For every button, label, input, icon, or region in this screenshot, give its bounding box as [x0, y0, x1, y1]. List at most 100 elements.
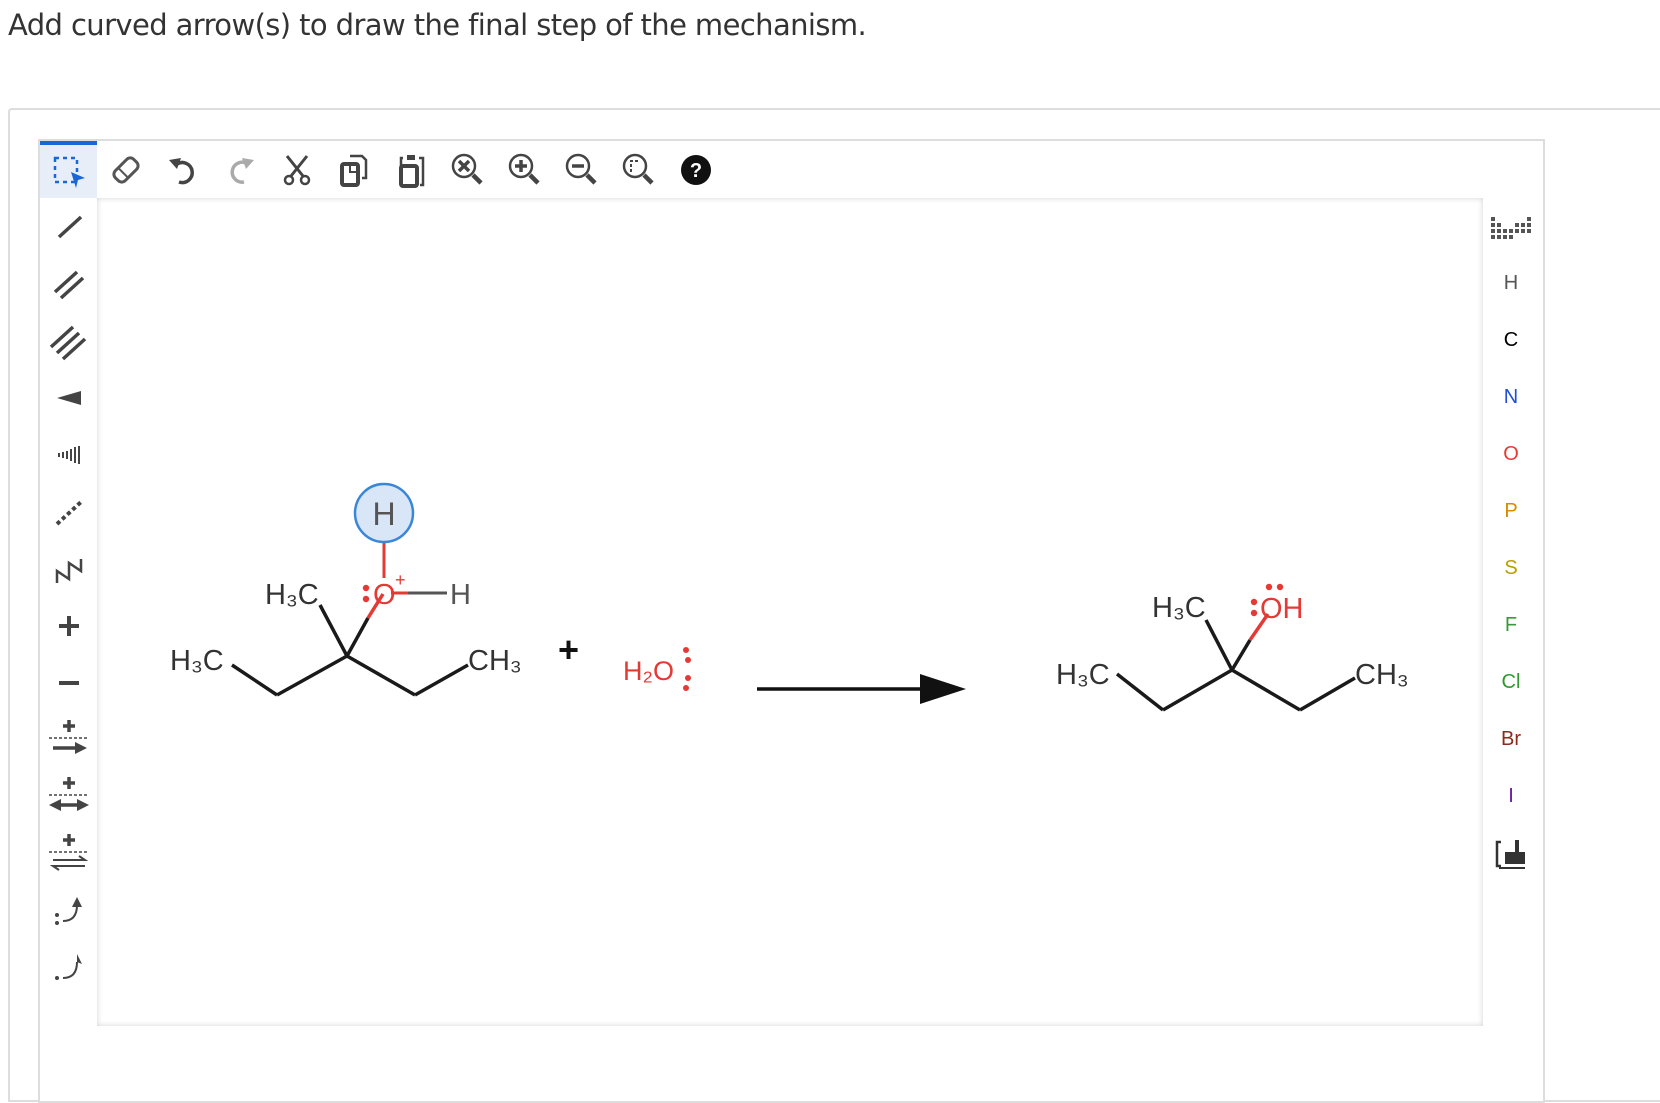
element-symbol: Cl: [1501, 671, 1521, 693]
hash-bond-tool[interactable]: [40, 426, 97, 483]
zoom-fit-tool-button[interactable]: [610, 141, 667, 198]
bond: [1204, 619, 1234, 671]
water-molecule[interactable]: H₂O: [623, 647, 691, 691]
lone-pair-dot: [1250, 598, 1258, 606]
formal-charge: +: [395, 570, 406, 590]
single-bond-tool[interactable]: [40, 198, 97, 255]
element-button-f[interactable]: F: [1483, 597, 1539, 654]
atom-label-methyl-left: H₃C: [1056, 659, 1110, 691]
dashed-bond-tool[interactable]: [40, 483, 97, 540]
lone-pair-dot: [685, 675, 691, 681]
lone-pair-dot: [362, 595, 370, 603]
atom-label-hydrogen: H: [450, 579, 471, 611]
erase-tool-button[interactable]: [97, 141, 154, 198]
paste-icon: [398, 154, 424, 188]
undo-tool-button[interactable]: [154, 141, 211, 198]
drawing-canvas[interactable]: H H₃C H₃C CH₃ O + H + H₂O H₃C H₃C CH₃ OH: [97, 198, 1483, 1026]
element-symbol: Br: [1501, 728, 1521, 750]
copy-tool-button[interactable]: [325, 141, 382, 198]
plus-charge-icon: [58, 615, 79, 636]
wedge-bond-tool[interactable]: [40, 369, 97, 426]
chain-tool[interactable]: [40, 540, 97, 597]
wedge-bond-icon: [56, 390, 81, 405]
water-label: H₂O: [623, 656, 674, 686]
element-button-h[interactable]: H: [1483, 255, 1539, 312]
negative-charge-tool[interactable]: [40, 654, 97, 711]
template-button[interactable]: [1483, 825, 1539, 882]
zoom-reset-icon: [451, 153, 483, 185]
element-button-cl[interactable]: Cl: [1483, 654, 1539, 711]
bond: [345, 617, 370, 657]
electron-pair-arrow-tool[interactable]: [40, 882, 97, 939]
reaction-arrow-tool[interactable]: [40, 711, 97, 768]
zoom-fit-icon: [622, 153, 654, 185]
select-tool-button[interactable]: [40, 141, 97, 198]
triple-bond-icon: [49, 325, 86, 360]
element-symbol: P: [1504, 500, 1518, 522]
redo-tool-button[interactable]: [211, 141, 268, 198]
svg-text:?: ?: [689, 160, 701, 182]
product-molecule[interactable]: H₃C H₃C CH₃ OH: [1056, 583, 1409, 712]
plus-sign: +: [558, 629, 579, 670]
element-button-s[interactable]: S: [1483, 540, 1539, 597]
periodic-table-button[interactable]: [1483, 198, 1539, 255]
bond: [1230, 639, 1252, 671]
single-bond-icon: [57, 215, 82, 238]
zoom-reset-tool-button[interactable]: [439, 141, 496, 198]
equilibrium-arrow-tool[interactable]: [40, 825, 97, 882]
bond: [414, 663, 469, 697]
marquee-select-icon: [53, 156, 85, 188]
element-button-c[interactable]: C: [1483, 312, 1539, 369]
bond: [346, 654, 416, 697]
resonance-arrow-tool[interactable]: [40, 768, 97, 825]
zoom-out-tool-button[interactable]: [553, 141, 610, 198]
bond: [318, 604, 349, 657]
atom-label-methyl-right: CH₃: [468, 645, 522, 677]
single-electron-arrow-tool[interactable]: [40, 939, 97, 996]
element-button-p[interactable]: P: [1483, 483, 1539, 540]
scissors-icon: [283, 154, 310, 185]
atom-label-methyl-top: H₃C: [1152, 592, 1206, 624]
zoom-in-icon: [508, 153, 540, 185]
redo-icon: [230, 157, 254, 184]
element-symbol: I: [1508, 785, 1514, 807]
element-button-br[interactable]: Br: [1483, 711, 1539, 768]
reaction-scheme: H H₃C H₃C CH₃ O + H + H₂O H₃C H₃C CH₃ OH: [170, 482, 1409, 712]
question-prompt: Add curved arrow(s) to draw the final st…: [8, 8, 867, 42]
template-icon: [1495, 839, 1525, 869]
element-button-n[interactable]: N: [1483, 369, 1539, 426]
element-button-o[interactable]: O: [1483, 426, 1539, 483]
double-bond-tool[interactable]: [40, 255, 97, 312]
zoom-in-tool-button[interactable]: [496, 141, 553, 198]
equilibrium-arrow-icon: [48, 833, 89, 871]
minus-charge-icon: [58, 680, 79, 685]
lone-pair-dot: [683, 647, 689, 653]
element-symbol: H: [1503, 272, 1519, 294]
element-symbol: N: [1503, 386, 1519, 408]
lone-pair-dot: [362, 584, 370, 592]
bond: [276, 654, 348, 697]
undo-icon: [168, 157, 194, 184]
lone-pair-dot: [685, 657, 691, 663]
copy-icon: [339, 154, 367, 187]
help-tool-button[interactable]: ?: [667, 141, 724, 198]
reaction-arrow: [757, 674, 966, 704]
chain-icon: [55, 558, 82, 583]
cut-tool-button[interactable]: [268, 141, 325, 198]
reactant-molecule[interactable]: H H₃C H₃C CH₃ O + H: [170, 482, 522, 697]
atom-label-oxygen: O: [373, 579, 396, 611]
resonance-arrow-icon: [48, 776, 89, 811]
triple-bond-tool[interactable]: [40, 312, 97, 369]
element-symbol: F: [1504, 614, 1518, 636]
left-toolbar: [40, 198, 97, 1098]
element-button-i[interactable]: I: [1483, 768, 1539, 825]
positive-charge-tool[interactable]: [40, 597, 97, 654]
eraser-icon: [111, 155, 140, 184]
paste-tool-button[interactable]: [382, 141, 439, 198]
atom-label-methyl-top: H₃C: [265, 579, 319, 611]
atom-label-methyl-right: CH₃: [1355, 659, 1409, 691]
reaction-arrow-icon: [48, 719, 89, 754]
atom-label-hydroxyl: OH: [1260, 593, 1304, 625]
element-symbol: O: [1503, 443, 1519, 465]
periodic-table-icon: [1491, 216, 1531, 239]
